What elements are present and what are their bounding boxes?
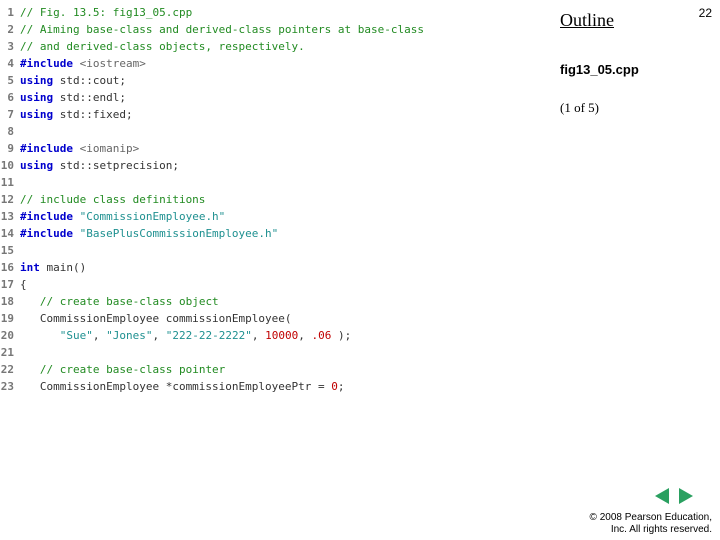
line-number: 23 — [0, 378, 20, 395]
code-content: using std::endl; — [20, 89, 126, 106]
code-line: 7using std::fixed; — [0, 106, 540, 123]
line-number: 22 — [0, 361, 20, 378]
line-number: 14 — [0, 225, 20, 242]
code-line: 15 — [0, 242, 540, 259]
line-number: 19 — [0, 310, 20, 327]
code-content: // create base-class pointer — [20, 361, 225, 378]
code-content: #include <iostream> — [20, 55, 146, 72]
line-number: 3 — [0, 38, 20, 55]
triangle-right-icon — [679, 488, 693, 504]
code-content: #include "CommissionEmployee.h" — [20, 208, 225, 225]
nav-controls — [652, 487, 696, 505]
prev-button[interactable] — [652, 487, 672, 505]
line-number: 16 — [0, 259, 20, 276]
code-line: 9#include <iomanip> — [0, 140, 540, 157]
code-content: #include <iomanip> — [20, 140, 139, 157]
line-number: 1 — [0, 4, 20, 21]
code-line: 14#include "BasePlusCommissionEmployee.h… — [0, 225, 540, 242]
line-number: 4 — [0, 55, 20, 72]
line-number: 8 — [0, 123, 20, 140]
code-content: #include "BasePlusCommissionEmployee.h" — [20, 225, 278, 242]
code-content: "Sue", "Jones", "222-22-2222", 10000, .0… — [20, 327, 351, 344]
code-content: int main() — [20, 259, 86, 276]
code-content: // Aiming base-class and derived-class p… — [20, 21, 424, 38]
line-number: 17 — [0, 276, 20, 293]
line-number: 21 — [0, 344, 20, 361]
code-line: 19 CommissionEmployee commissionEmployee… — [0, 310, 540, 327]
line-number: 12 — [0, 191, 20, 208]
code-line: 8 — [0, 123, 540, 140]
code-content: using std::cout; — [20, 72, 126, 89]
line-number: 11 — [0, 174, 20, 191]
code-content: // and derived-class objects, respective… — [20, 38, 305, 55]
code-line: 1// Fig. 13.5: fig13_05.cpp — [0, 4, 540, 21]
line-number: 9 — [0, 140, 20, 157]
code-line: 4#include <iostream> — [0, 55, 540, 72]
code-line: 22 // create base-class pointer — [0, 361, 540, 378]
code-listing: 1// Fig. 13.5: fig13_05.cpp2// Aiming ba… — [0, 4, 540, 395]
copyright-line1: © 2008 Pearson Education, — [590, 512, 712, 523]
copyright-line2: Inc. All rights reserved. — [611, 524, 712, 535]
line-number: 2 — [0, 21, 20, 38]
outline-heading: Outline — [560, 10, 614, 31]
line-number: 13 — [0, 208, 20, 225]
code-line: 13#include "CommissionEmployee.h" — [0, 208, 540, 225]
line-number: 5 — [0, 72, 20, 89]
code-line: 5using std::cout; — [0, 72, 540, 89]
code-content: // Fig. 13.5: fig13_05.cpp — [20, 4, 192, 21]
copyright-notice: © 2008 Pearson Education, Inc. All right… — [590, 512, 712, 536]
code-content: // create base-class object — [20, 293, 219, 310]
code-line: 18 // create base-class object — [0, 293, 540, 310]
code-content: using std::fixed; — [20, 106, 133, 123]
code-line: 6using std::endl; — [0, 89, 540, 106]
next-button[interactable] — [676, 487, 696, 505]
line-number: 18 — [0, 293, 20, 310]
line-number: 20 — [0, 327, 20, 344]
code-line: 20 "Sue", "Jones", "222-22-2222", 10000,… — [0, 327, 540, 344]
code-content: { — [20, 276, 27, 293]
triangle-left-icon — [655, 488, 669, 504]
code-content: using std::setprecision; — [20, 157, 179, 174]
code-line: 3// and derived-class objects, respectiv… — [0, 38, 540, 55]
code-line: 12// include class definitions — [0, 191, 540, 208]
line-number: 15 — [0, 242, 20, 259]
code-line: 17{ — [0, 276, 540, 293]
code-line: 10using std::setprecision; — [0, 157, 540, 174]
code-content: // include class definitions — [20, 191, 205, 208]
code-line: 21 — [0, 344, 540, 361]
code-content: CommissionEmployee commissionEmployee( — [20, 310, 292, 327]
code-line: 16int main() — [0, 259, 540, 276]
code-line: 2// Aiming base-class and derived-class … — [0, 21, 540, 38]
code-content: CommissionEmployee *commissionEmployeePt… — [20, 378, 345, 395]
line-number: 7 — [0, 106, 20, 123]
code-line: 23 CommissionEmployee *commissionEmploye… — [0, 378, 540, 395]
line-number: 6 — [0, 89, 20, 106]
line-number: 10 — [0, 157, 20, 174]
code-line: 11 — [0, 174, 540, 191]
source-filename: fig13_05.cpp — [560, 62, 639, 77]
part-indicator: (1 of 5) — [560, 100, 599, 116]
page-number: 22 — [699, 6, 712, 20]
